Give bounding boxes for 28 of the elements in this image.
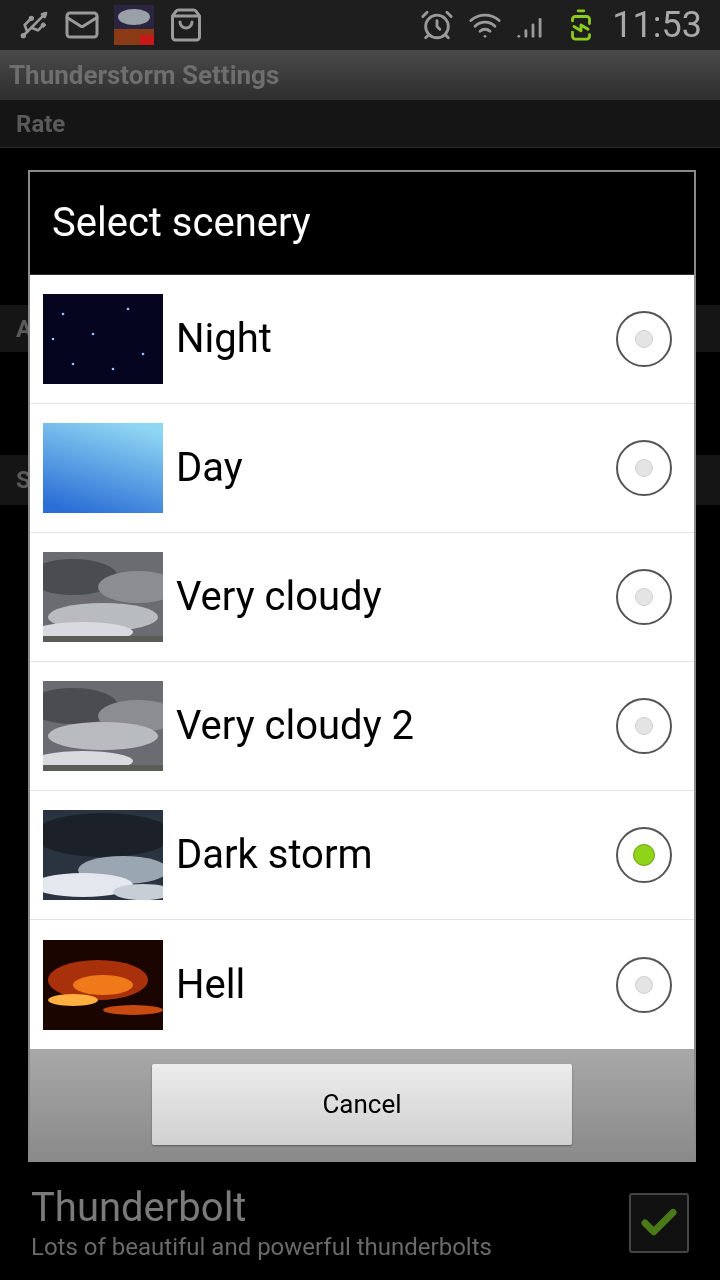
usb-icon <box>18 9 50 41</box>
option-label: Hell <box>176 959 247 1010</box>
checkbox[interactable] <box>629 1192 689 1253</box>
status-time: 11:53 <box>612 3 702 48</box>
radio-button[interactable] <box>616 311 672 368</box>
radio-button[interactable] <box>616 440 672 497</box>
option-label: Dark storm <box>176 830 374 881</box>
option-label: Night <box>176 314 273 365</box>
radio-button[interactable] <box>616 698 672 755</box>
scenery-option[interactable]: Day <box>30 404 694 534</box>
scenery-option[interactable]: Very cloudy 2 <box>30 662 694 792</box>
option-label: Day <box>176 443 244 494</box>
dialog-title: Select scenery <box>52 198 311 248</box>
option-label: Very cloudy 2 <box>176 701 415 752</box>
radio-button[interactable] <box>616 569 672 626</box>
radio-button[interactable] <box>616 956 672 1013</box>
category-title: Rate <box>16 108 66 140</box>
scenery-option[interactable]: Night <box>30 275 694 405</box>
radio-button[interactable] <box>616 827 672 884</box>
scenery-option[interactable]: Hell <box>30 920 694 1050</box>
alarm-icon <box>420 8 455 42</box>
scenery-option[interactable]: Dark storm <box>30 791 694 921</box>
scenery-option[interactable]: Very cloudy <box>30 533 694 663</box>
preference-summary: Lots of beautiful and powerful thunderbolts <box>31 1231 493 1262</box>
preference-title: Thunderbolt <box>31 1183 248 1232</box>
option-label: Very cloudy <box>176 572 383 623</box>
cancel-button[interactable]: Cancel <box>152 1064 572 1145</box>
store-icon <box>168 7 204 43</box>
